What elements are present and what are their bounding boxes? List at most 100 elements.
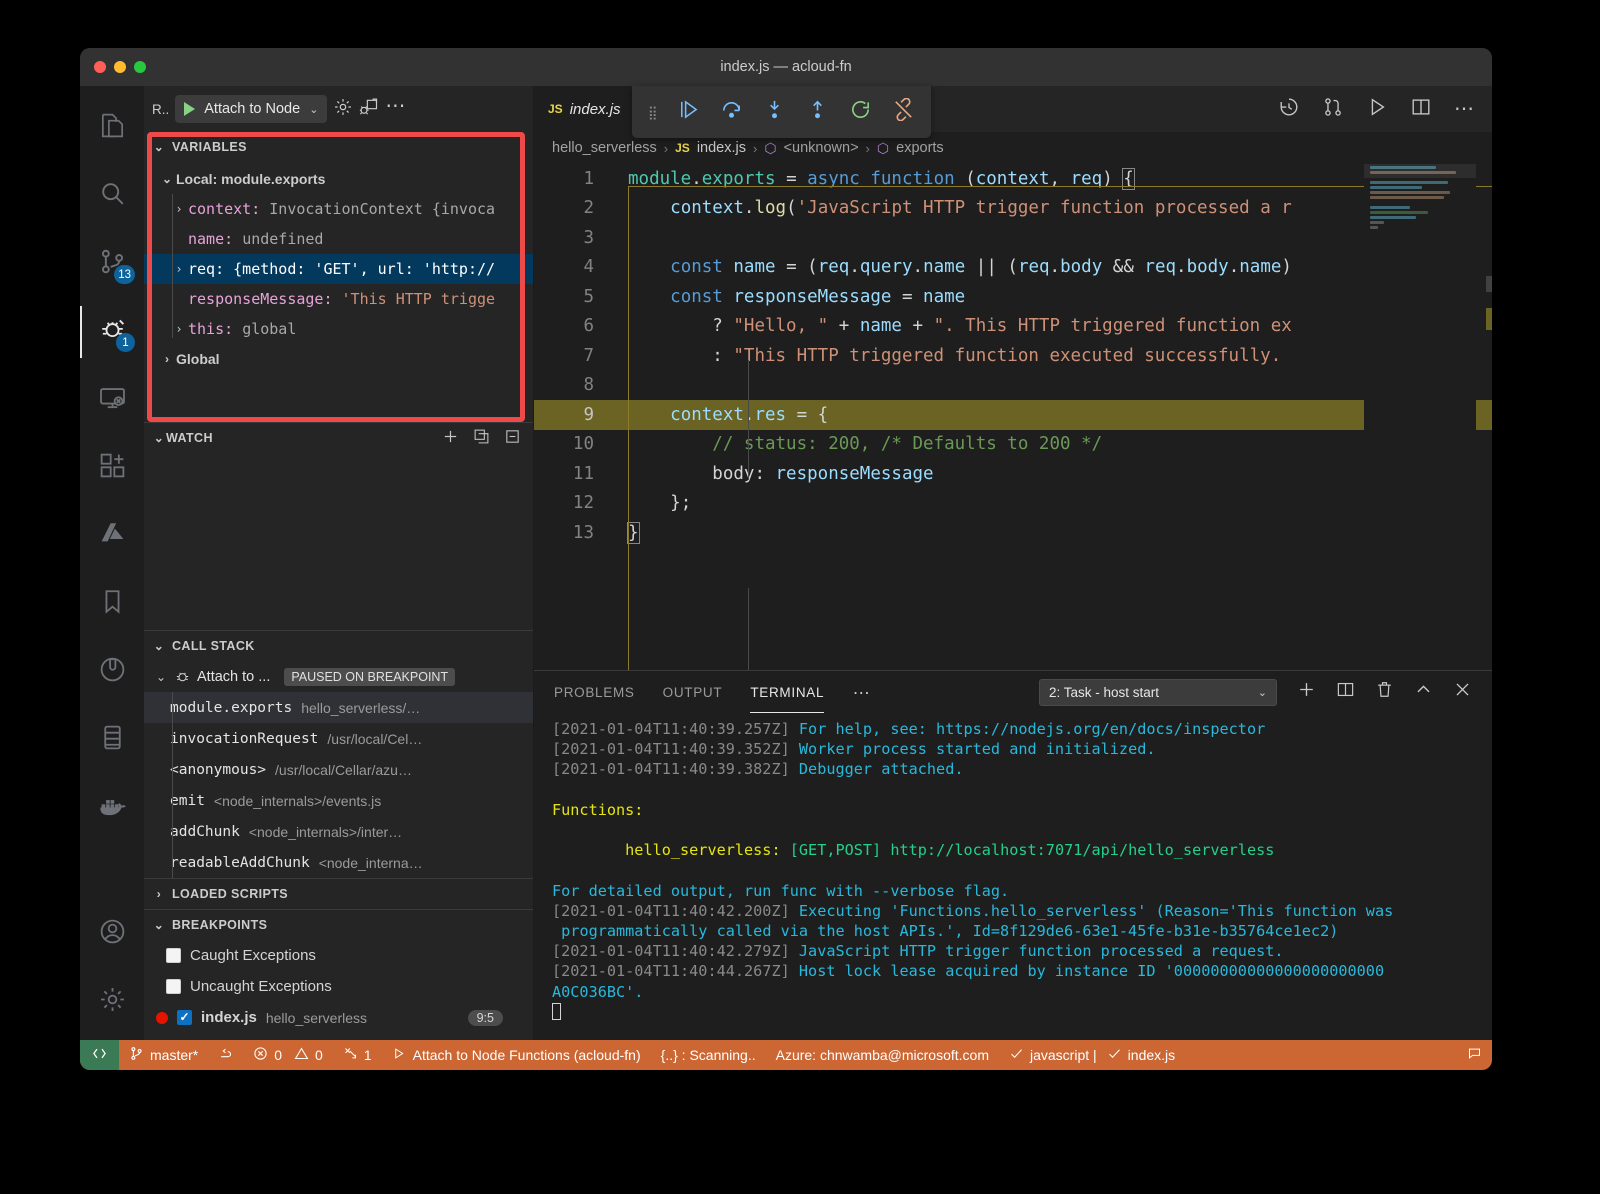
activity-item-test[interactable]: [80, 638, 144, 706]
maximize-window-button[interactable]: [134, 61, 146, 73]
ellipsis-icon[interactable]: ⋯: [1454, 99, 1474, 119]
add-expression-icon[interactable]: [442, 428, 459, 448]
step-over-icon[interactable]: [720, 98, 743, 126]
activity-item-bookmarks[interactable]: [80, 570, 144, 638]
code-line[interactable]: 8: [534, 371, 1492, 401]
run-icon[interactable]: [1366, 96, 1388, 123]
status-remote-indicator[interactable]: [80, 1040, 119, 1070]
status-problems[interactable]: 0 0: [243, 1040, 333, 1070]
panel-more-tabs-icon[interactable]: …: [852, 678, 870, 707]
callstack-frame[interactable]: module.exports hello_serverless/…: [144, 692, 533, 723]
code-line[interactable]: 10 // status: 200, /* Defaults to 200 */: [534, 430, 1492, 460]
activity-item-database[interactable]: [80, 706, 144, 774]
variables-scope-local[interactable]: ⌄ Local: module.exports: [144, 164, 533, 194]
status-feedback[interactable]: [1457, 1040, 1492, 1070]
breakpoint-caught-exceptions[interactable]: Caught Exceptions: [144, 940, 533, 971]
breakpoints-header[interactable]: ⌄ BREAKPOINTS: [144, 910, 533, 940]
debug-configuration-selector[interactable]: Attach to Node ⌄: [175, 95, 328, 123]
variable-row-responsemessage[interactable]: responseMessage: 'This HTTP trigge: [144, 284, 533, 314]
disconnect-icon[interactable]: [892, 97, 915, 126]
terminal-selector[interactable]: 2: Task - host start ⌄: [1039, 678, 1277, 706]
status-sync[interactable]: [208, 1040, 243, 1070]
debug-floating-toolbar[interactable]: ⣿: [632, 86, 931, 138]
status-ports[interactable]: 1: [333, 1040, 382, 1070]
collapse-all-icon[interactable]: [473, 428, 490, 448]
terminal-output[interactable]: [2021-01-04T11:40:39.257Z] For help, see…: [534, 713, 1492, 1040]
status-azure-account[interactable]: Azure: chnwamba@microsoft.com: [766, 1040, 999, 1070]
editor-tab-index-js[interactable]: JS index.js: [534, 86, 635, 132]
close-panel-icon[interactable]: [1453, 680, 1472, 704]
status-branch[interactable]: master*: [119, 1040, 208, 1070]
activity-item-docker[interactable]: [80, 774, 144, 842]
callstack-frame[interactable]: readableAddChunk <node_interna…: [144, 847, 533, 878]
step-out-icon[interactable]: [806, 98, 829, 126]
close-window-button[interactable]: [94, 61, 106, 73]
code-line[interactable]: 11 body: responseMessage: [534, 459, 1492, 489]
tab-terminal[interactable]: TERMINAL: [750, 671, 825, 713]
step-into-icon[interactable]: [763, 98, 786, 126]
code-line[interactable]: 2 context.log('JavaScript HTTP trigger f…: [534, 194, 1492, 224]
status-scanning[interactable]: {..} : Scanning..: [651, 1040, 766, 1070]
code-line[interactable]: 13 }: [534, 518, 1492, 548]
breadcrumb-item-symbol-exports[interactable]: exports: [896, 140, 944, 156]
window-traffic-lights[interactable]: [94, 61, 146, 73]
breadcrumb-item-folder[interactable]: hello_serverless: [552, 140, 657, 156]
tab-output[interactable]: OUTPUT: [663, 671, 723, 713]
callstack-frame[interactable]: emit <node_internals>/events.js: [144, 785, 533, 816]
breadcrumb-item-symbol-unknown[interactable]: <unknown>: [784, 140, 859, 156]
callstack-panel-header[interactable]: ⌄ CALL STACK: [144, 631, 533, 661]
kill-terminal-icon[interactable]: [1375, 680, 1394, 704]
breadcrumb-item-file[interactable]: index.js: [697, 140, 746, 156]
breakpoint-file-index-js[interactable]: index.js hello_serverless 9:5: [144, 1002, 533, 1033]
activity-item-explorer[interactable]: [80, 94, 144, 162]
activity-item-settings[interactable]: [80, 968, 144, 1036]
activity-item-search[interactable]: [80, 162, 144, 230]
terminal-function-url[interactable]: http://localhost:7071/api/hello_serverle…: [890, 841, 1274, 859]
code-line[interactable]: 7 : "This HTTP triggered function execut…: [534, 341, 1492, 371]
new-terminal-icon[interactable]: [1297, 680, 1316, 704]
loaded-scripts-header[interactable]: › LOADED SCRIPTS: [144, 879, 533, 909]
activity-item-azure[interactable]: [80, 502, 144, 570]
code-line[interactable]: 12 };: [534, 489, 1492, 519]
grip-icon[interactable]: ⣿: [648, 106, 658, 119]
checkbox[interactable]: [166, 979, 181, 994]
compare-icon[interactable]: [1322, 96, 1344, 123]
code-line[interactable]: 6 ? "Hello, " + name + ". This HTTP trig…: [534, 312, 1492, 342]
debug-more-actions-button[interactable]: ⋯: [385, 93, 406, 126]
variable-row-this[interactable]: › this: global: [144, 314, 533, 344]
activity-item-extensions[interactable]: [80, 434, 144, 502]
variables-scope-global[interactable]: › Global: [144, 344, 533, 374]
restart-icon[interactable]: [849, 98, 872, 126]
activity-item-run-and-debug[interactable]: 1: [80, 298, 144, 366]
maximize-panel-icon[interactable]: [1414, 680, 1433, 704]
status-debug-session[interactable]: Attach to Node Functions (acloud-fn): [382, 1040, 651, 1070]
callstack-session[interactable]: ⌄ Attach to ... PAUSED ON BREAKPOINT: [144, 661, 533, 692]
minimize-window-button[interactable]: [114, 61, 126, 73]
callstack-frame[interactable]: <anonymous> /usr/local/Cellar/azu…: [144, 754, 533, 785]
split-terminal-icon[interactable]: [1336, 680, 1355, 704]
code-editor[interactable]: 1 module.exports = async function (conte…: [534, 164, 1492, 670]
checkbox[interactable]: [166, 948, 181, 963]
activity-item-accounts[interactable]: [80, 900, 144, 968]
status-language-mode[interactable]: javascript | index.js: [999, 1040, 1185, 1070]
breakpoint-uncaught-exceptions[interactable]: Uncaught Exceptions: [144, 971, 533, 1002]
toggle-debug-console-button[interactable]: [359, 97, 379, 122]
variable-row-context[interactable]: › context: InvocationContext {invoca: [144, 194, 533, 224]
start-debugging-icon[interactable]: [184, 102, 196, 116]
open-launch-json-button[interactable]: [333, 97, 353, 122]
callstack-frame[interactable]: addChunk <node_internals>/inter…: [144, 816, 533, 847]
code-line-current[interactable]: 9 context.res = {: [534, 400, 1492, 430]
code-line[interactable]: 5 const responseMessage = name: [534, 282, 1492, 312]
variables-panel-header[interactable]: ⌄ VARIABLES: [144, 132, 533, 162]
editor-minimap[interactable]: [1364, 164, 1476, 670]
watch-panel-header[interactable]: ⌄ WATCH: [144, 422, 533, 452]
code-line[interactable]: 1 module.exports = async function (conte…: [534, 164, 1492, 194]
callstack-frame[interactable]: invocationRequest /usr/local/Cel…: [144, 723, 533, 754]
split-editor-icon[interactable]: [1410, 96, 1432, 123]
checkbox[interactable]: [177, 1010, 192, 1025]
tab-problems[interactable]: PROBLEMS: [554, 671, 635, 713]
variable-row-name[interactable]: name: undefined: [144, 224, 533, 254]
activity-item-remote-explorer[interactable]: [80, 366, 144, 434]
continue-icon[interactable]: [677, 98, 700, 126]
timeline-icon[interactable]: [1278, 96, 1300, 123]
